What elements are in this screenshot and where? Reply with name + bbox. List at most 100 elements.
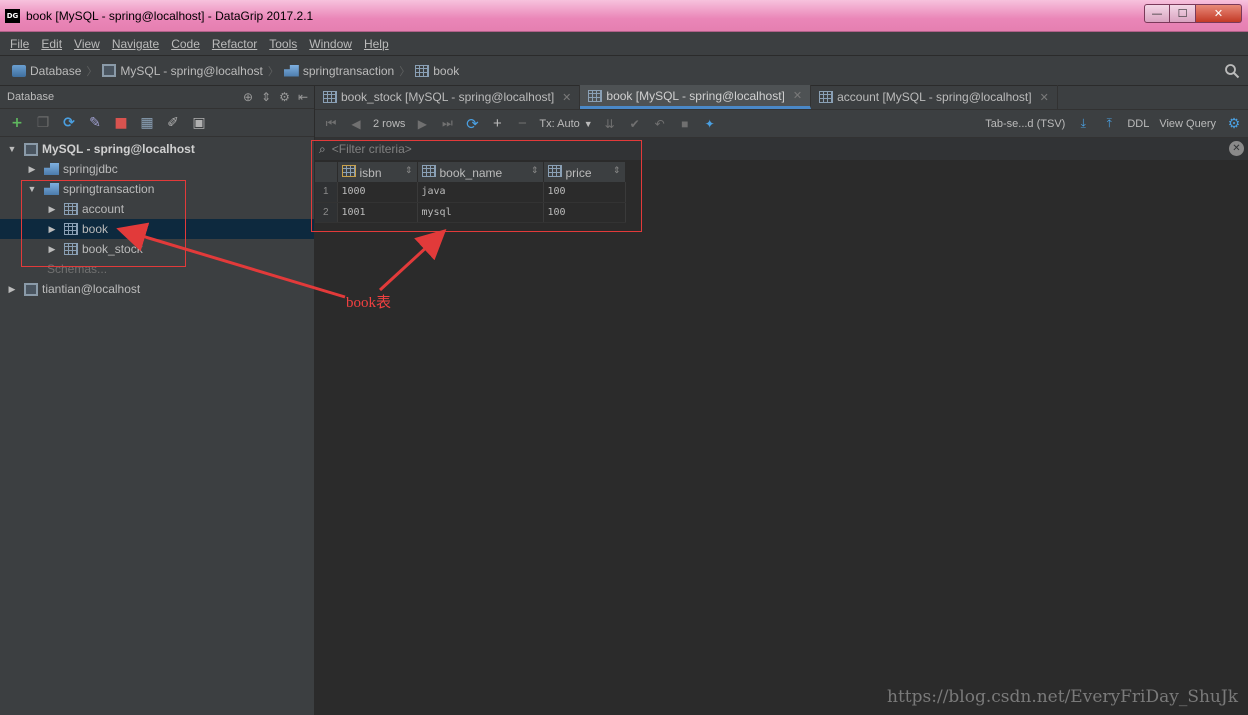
collapse-icon[interactable]: ⇕ <box>261 90 271 104</box>
tree-item-book[interactable]: ▶ book <box>0 219 314 239</box>
tx-mode-dropdown[interactable]: Tx: Auto ▼ <box>539 118 592 130</box>
tab-book-stock[interactable]: book_stock [MySQL - spring@localhost] ✕ <box>315 85 581 109</box>
table-icon <box>64 223 78 235</box>
menu-code[interactable]: Code <box>165 37 206 51</box>
menu-navigate[interactable]: Navigate <box>106 37 165 51</box>
table-row[interactable]: 2 1001 mysql 100 <box>315 202 626 223</box>
previous-page-icon[interactable]: ◀ <box>348 116 364 132</box>
export-format-dropdown[interactable]: Tab-se...d (TSV) <box>985 118 1065 130</box>
datagrip-window: DG book [MySQL - spring@localhost] - Dat… <box>0 0 1248 715</box>
database-toolbar: + ❐ ⟳ ✎ ■ ▦ ✐ ▣ <box>0 109 314 137</box>
menu-file[interactable]: File <box>4 37 35 51</box>
gear-icon[interactable]: ⚙ <box>279 90 290 104</box>
add-icon[interactable]: + <box>9 115 25 131</box>
title-bar: DG book [MySQL - spring@localhost] - Dat… <box>0 0 1248 32</box>
sort-icon[interactable]: ⇕ <box>613 165 621 176</box>
view-query-button[interactable]: View Query <box>1159 118 1216 130</box>
panel-title: Database <box>7 91 55 103</box>
first-page-icon[interactable]: ⏮ <box>323 116 339 132</box>
export-icon[interactable]: ⤓ <box>1075 116 1091 132</box>
expand-arrow-icon[interactable]: ▼ <box>26 184 38 194</box>
column-header-book-name[interactable]: book_name ⇕ <box>417 162 544 182</box>
tree-item-tiantian[interactable]: ▶ tiantian@localhost <box>0 279 314 299</box>
tree-item-book-stock[interactable]: ▶ book_stock <box>0 239 314 259</box>
menu-view[interactable]: View <box>68 37 106 51</box>
grid-header-row: isbn ⇕ book_name ⇕ price ⇕ <box>315 162 626 182</box>
menu-refactor[interactable]: Refactor <box>206 37 263 51</box>
next-page-icon[interactable]: ▶ <box>414 116 430 132</box>
cancel-icon[interactable]: ■ <box>677 116 693 132</box>
breadcrumb-separator-icon: 〉 <box>267 64 279 78</box>
cell-price[interactable]: 100 <box>543 182 626 203</box>
column-header-isbn[interactable]: isbn ⇕ <box>337 162 418 182</box>
table-view-icon[interactable]: ▦ <box>139 115 155 131</box>
datasource-icon <box>24 142 38 156</box>
table-row[interactable]: 1 1000 java 100 <box>315 182 626 203</box>
close-tab-icon[interactable]: ✕ <box>793 89 802 102</box>
stop-icon[interactable]: ■ <box>113 115 129 131</box>
import-icon[interactable]: ⤒ <box>1101 116 1117 132</box>
filter-input[interactable]: <Filter criteria> <box>332 142 412 156</box>
tab-account[interactable]: account [MySQL - spring@localhost] ✕ <box>811 85 1058 109</box>
expand-arrow-icon[interactable]: ▼ <box>6 144 18 154</box>
refresh-icon[interactable]: ⟳ <box>61 115 77 131</box>
tree-item-label: book <box>82 222 109 236</box>
maximize-button[interactable]: ☐ <box>1170 4 1196 23</box>
cell-isbn[interactable]: 1001 <box>337 202 418 223</box>
cell-price[interactable]: 100 <box>543 202 626 223</box>
commit-icon[interactable]: ✔ <box>627 116 643 132</box>
expand-arrow-icon[interactable]: ▶ <box>46 204 58 215</box>
watermark: https://blog.csdn.net/EveryFriDay_ShuJk <box>887 687 1238 707</box>
column-header-price[interactable]: price ⇕ <box>543 162 626 182</box>
breadcrumb-datasource[interactable]: MySQL - spring@localhost <box>102 64 263 78</box>
add-row-icon[interactable]: + <box>489 115 505 132</box>
table-icon <box>323 91 337 103</box>
tree-item-springtransaction[interactable]: ▼ springtransaction <box>0 179 314 199</box>
settings-gear-icon[interactable]: ⚙ <box>1226 115 1242 132</box>
chevron-down-icon: ▼ <box>583 118 593 129</box>
tab-book[interactable]: book [MySQL - spring@localhost] ✕ <box>580 85 812 109</box>
hide-panel-icon[interactable]: ⇤ <box>298 90 308 104</box>
pin-icon[interactable]: ✦ <box>702 116 718 132</box>
close-button[interactable]: ✕ <box>1196 4 1242 23</box>
expand-arrow-icon[interactable]: ▶ <box>46 224 58 235</box>
menu-help[interactable]: Help <box>358 37 395 51</box>
last-page-icon[interactable]: ⏭ <box>439 116 455 132</box>
breadcrumb-schema[interactable]: springtransaction <box>283 64 394 78</box>
ddl-button[interactable]: DDL <box>1127 118 1149 130</box>
tree-item-account[interactable]: ▶ account <box>0 199 314 219</box>
reload-icon[interactable]: ⟳ <box>464 116 480 133</box>
breadcrumb-database[interactable]: Database <box>12 64 81 78</box>
breadcrumb-table[interactable]: book <box>415 64 459 78</box>
submit-icon[interactable]: ⇊ <box>602 116 618 132</box>
close-tab-icon[interactable]: ✕ <box>562 91 571 104</box>
expand-arrow-icon[interactable]: ▶ <box>6 284 18 295</box>
properties-icon[interactable]: ✎ <box>87 115 103 131</box>
menu-tools[interactable]: Tools <box>263 37 303 51</box>
edit-icon[interactable]: ✐ <box>165 115 181 131</box>
close-tab-icon[interactable]: ✕ <box>1040 91 1049 104</box>
expand-arrow-icon[interactable]: ▶ <box>46 244 58 255</box>
crosshair-icon[interactable]: ⊕ <box>243 90 253 104</box>
cell-book-name[interactable]: java <box>417 182 544 203</box>
clear-filter-icon[interactable]: ✕ <box>1229 141 1244 156</box>
minimize-button[interactable]: — <box>1144 4 1170 23</box>
console-icon[interactable]: ▣ <box>191 115 207 131</box>
tree-item-label: springjdbc <box>63 162 118 176</box>
menu-window[interactable]: Window <box>303 37 358 51</box>
table-icon <box>415 64 430 77</box>
tree-item-mysql[interactable]: ▼ MySQL - spring@localhost <box>0 139 314 159</box>
cell-book-name[interactable]: mysql <box>417 202 544 223</box>
delete-row-icon[interactable]: − <box>514 115 530 132</box>
sort-icon[interactable]: ⇕ <box>531 165 539 176</box>
rollback-icon[interactable]: ↶ <box>652 116 668 132</box>
sort-icon[interactable]: ⇕ <box>405 165 413 176</box>
cell-isbn[interactable]: 1000 <box>337 182 418 203</box>
tree-item-schemas[interactable]: Schemas... <box>0 259 314 279</box>
menu-edit[interactable]: Edit <box>35 37 68 51</box>
expand-arrow-icon[interactable]: ▶ <box>26 164 38 175</box>
copy-icon[interactable]: ❐ <box>35 115 51 131</box>
data-grid: isbn ⇕ book_name ⇕ price ⇕ 1 1000 java 100 … <box>315 162 626 223</box>
search-icon[interactable] <box>1224 63 1240 79</box>
tree-item-springjdbc[interactable]: ▶ springjdbc <box>0 159 314 179</box>
